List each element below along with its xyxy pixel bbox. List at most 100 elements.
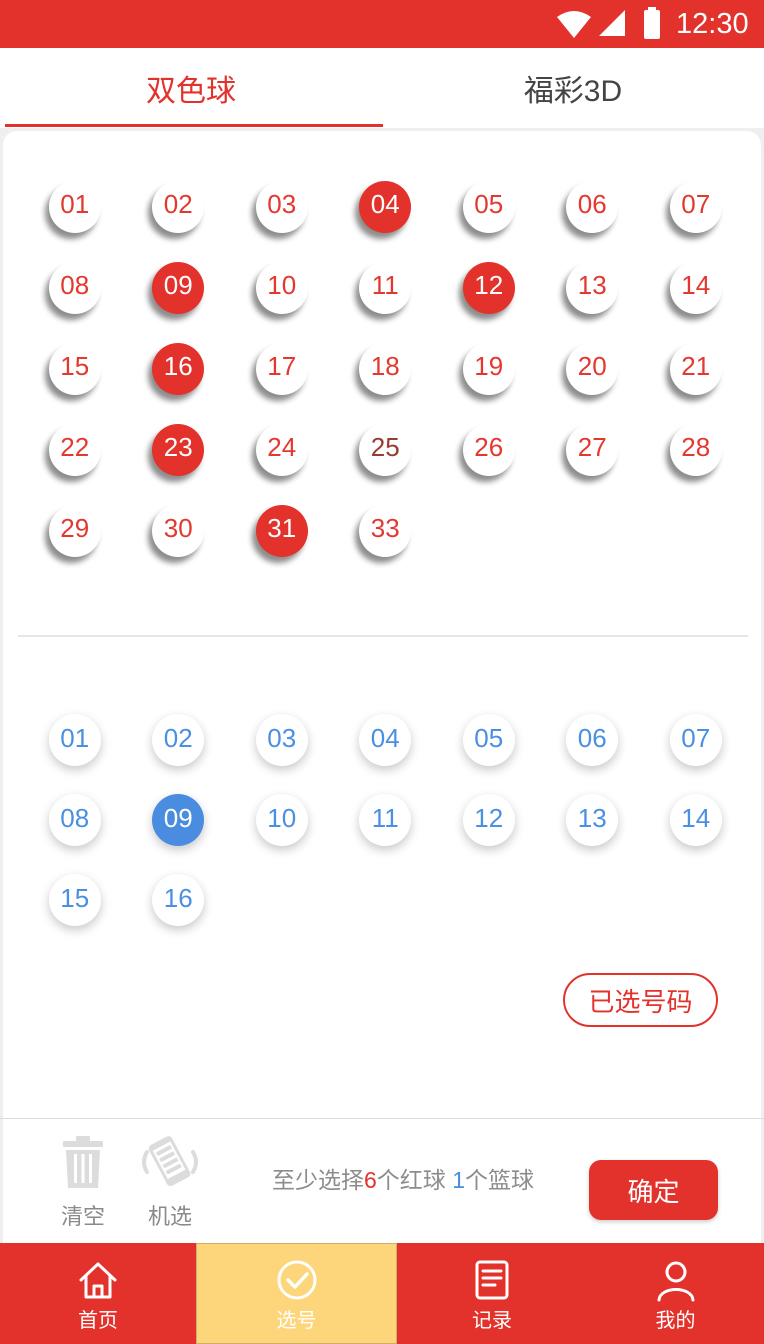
blue-ball-07[interactable]: 07 bbox=[669, 714, 722, 766]
red-ball-cell: 25 bbox=[334, 409, 438, 490]
red-ball-29[interactable]: 29 bbox=[48, 504, 101, 557]
red-ball-number: 18 bbox=[370, 351, 400, 381]
red-ball-cell: 29 bbox=[23, 490, 127, 571]
red-ball-11[interactable]: 11 bbox=[359, 261, 412, 314]
red-ball-cell: 21 bbox=[644, 328, 748, 409]
red-ball-number: 06 bbox=[577, 189, 607, 219]
blue-ball-number: 08 bbox=[60, 802, 90, 833]
blue-ball-11[interactable]: 11 bbox=[359, 794, 412, 846]
red-ball-26[interactable]: 26 bbox=[462, 423, 515, 476]
blue-ball-12[interactable]: 12 bbox=[462, 794, 515, 846]
nav-item-home[interactable]: 首页 bbox=[0, 1243, 196, 1344]
nav-item-me[interactable]: 我的 bbox=[587, 1243, 764, 1344]
red-ball-21[interactable]: 21 bbox=[669, 342, 722, 395]
red-ball-number: 05 bbox=[474, 189, 504, 219]
confirm-button[interactable]: 确定 bbox=[589, 1160, 718, 1220]
nav-item-records[interactable]: 记录 bbox=[397, 1243, 587, 1344]
blue-ball-08[interactable]: 08 bbox=[48, 794, 101, 846]
blue-ball-cell: 01 bbox=[23, 700, 127, 780]
red-ball-number: 13 bbox=[577, 270, 607, 300]
red-ball-30[interactable]: 30 bbox=[152, 504, 205, 557]
nav-item-pick[interactable]: 选号 bbox=[196, 1243, 397, 1344]
red-ball-grid: 01 02 03 04 05 06 07 08 09 10 11 12 13 14 15 16 17 18 19 20… bbox=[23, 166, 748, 571]
nav-label: 记录 bbox=[472, 1310, 512, 1332]
red-ball-14[interactable]: 14 bbox=[669, 261, 722, 314]
nav-label: 首页 bbox=[78, 1310, 118, 1332]
red-ball-28[interactable]: 28 bbox=[669, 423, 722, 476]
red-ball-number: 27 bbox=[577, 432, 607, 462]
battery-icon bbox=[644, 7, 660, 39]
red-ball-08[interactable]: 08 bbox=[48, 261, 101, 314]
red-ball-09[interactable]: 09 bbox=[152, 261, 205, 314]
blue-ball-09[interactable]: 09 bbox=[152, 794, 205, 846]
blue-ball-16[interactable]: 16 bbox=[152, 874, 205, 926]
red-ball-cell: 06 bbox=[541, 166, 645, 247]
tab-shuangseqiu[interactable]: 双色球 bbox=[0, 48, 383, 128]
red-ball-cell: 22 bbox=[23, 409, 127, 490]
blue-ball-06[interactable]: 06 bbox=[566, 714, 619, 766]
red-ball-07[interactable]: 07 bbox=[669, 180, 722, 233]
red-ball-19[interactable]: 19 bbox=[462, 342, 515, 395]
blue-ball-02[interactable]: 02 bbox=[152, 714, 205, 766]
red-ball-23[interactable]: 23 bbox=[152, 423, 205, 476]
red-ball-02[interactable]: 02 bbox=[152, 180, 205, 233]
blue-ball-04[interactable]: 04 bbox=[359, 714, 412, 766]
red-ball-10[interactable]: 10 bbox=[255, 261, 308, 314]
red-ball-cell: 27 bbox=[541, 409, 645, 490]
red-ball-cell: 10 bbox=[230, 247, 334, 328]
red-ball-27[interactable]: 27 bbox=[566, 423, 619, 476]
red-ball-number: 23 bbox=[163, 432, 193, 462]
blue-ball-10[interactable]: 10 bbox=[255, 794, 308, 846]
blue-ball-cell: 16 bbox=[127, 860, 231, 940]
red-ball-03[interactable]: 03 bbox=[255, 180, 308, 233]
red-ball-number: 24 bbox=[267, 432, 297, 462]
nav-label: 我的 bbox=[655, 1310, 696, 1332]
red-ball-05[interactable]: 05 bbox=[462, 180, 515, 233]
blue-ball-number: 15 bbox=[60, 882, 90, 913]
tab-fucai3d[interactable]: 福彩3D bbox=[382, 48, 764, 128]
lottery-tabs: 双色球 福彩3D bbox=[0, 48, 764, 128]
red-ball-31[interactable]: 31 bbox=[255, 504, 308, 557]
nav-label: 选号 bbox=[276, 1310, 317, 1332]
blue-ball-15[interactable]: 15 bbox=[48, 874, 101, 926]
red-ball-cell: 15 bbox=[23, 328, 127, 409]
red-ball-04[interactable]: 04 bbox=[359, 180, 412, 233]
red-ball-15[interactable]: 15 bbox=[48, 342, 101, 395]
blue-ball-cell: 02 bbox=[127, 700, 231, 780]
red-ball-20[interactable]: 20 bbox=[566, 342, 619, 395]
red-ball-number: 30 bbox=[163, 513, 193, 543]
red-ball-cell: 13 bbox=[541, 247, 645, 328]
red-ball-12[interactable]: 12 bbox=[462, 261, 515, 314]
red-ball-cell: 18 bbox=[334, 328, 438, 409]
red-ball-16[interactable]: 16 bbox=[152, 342, 205, 395]
clear-label: 清空 bbox=[60, 1204, 105, 1229]
red-ball-24[interactable]: 24 bbox=[255, 423, 308, 476]
blue-ball-13[interactable]: 13 bbox=[566, 794, 619, 846]
red-ball-number: 17 bbox=[267, 351, 297, 381]
red-ball-25[interactable]: 25 bbox=[359, 423, 412, 476]
blue-ball-05[interactable]: 05 bbox=[462, 714, 515, 766]
red-ball-cell: 08 bbox=[23, 247, 127, 328]
red-ball-cell: 14 bbox=[644, 247, 748, 328]
red-ball-cell: 30 bbox=[127, 490, 231, 571]
red-ball-cell: 16 bbox=[127, 328, 231, 409]
red-ball-number: 21 bbox=[681, 351, 711, 381]
blue-ball-14[interactable]: 14 bbox=[669, 794, 722, 846]
red-ball-13[interactable]: 13 bbox=[566, 261, 619, 314]
red-ball-33[interactable]: 33 bbox=[359, 504, 412, 557]
blue-ball-01[interactable]: 01 bbox=[48, 714, 101, 766]
red-ball-22[interactable]: 22 bbox=[48, 423, 101, 476]
red-ball-18[interactable]: 18 bbox=[359, 342, 412, 395]
blue-ball-cell: 05 bbox=[437, 700, 541, 780]
red-ball-06[interactable]: 06 bbox=[566, 180, 619, 233]
red-ball-number: 14 bbox=[681, 270, 711, 300]
check-circle-icon bbox=[277, 1260, 316, 1300]
blue-ball-03[interactable]: 03 bbox=[255, 714, 308, 766]
clear-button[interactable]: 清空 bbox=[48, 1134, 118, 1232]
random-pick-button[interactable]: 机选 bbox=[135, 1134, 205, 1232]
red-ball-01[interactable]: 01 bbox=[48, 180, 101, 233]
wifi-icon bbox=[557, 11, 591, 38]
red-ball-cell: 12 bbox=[437, 247, 541, 328]
red-ball-17[interactable]: 17 bbox=[255, 342, 308, 395]
selected-numbers-button[interactable]: 已选号码 bbox=[563, 973, 718, 1027]
